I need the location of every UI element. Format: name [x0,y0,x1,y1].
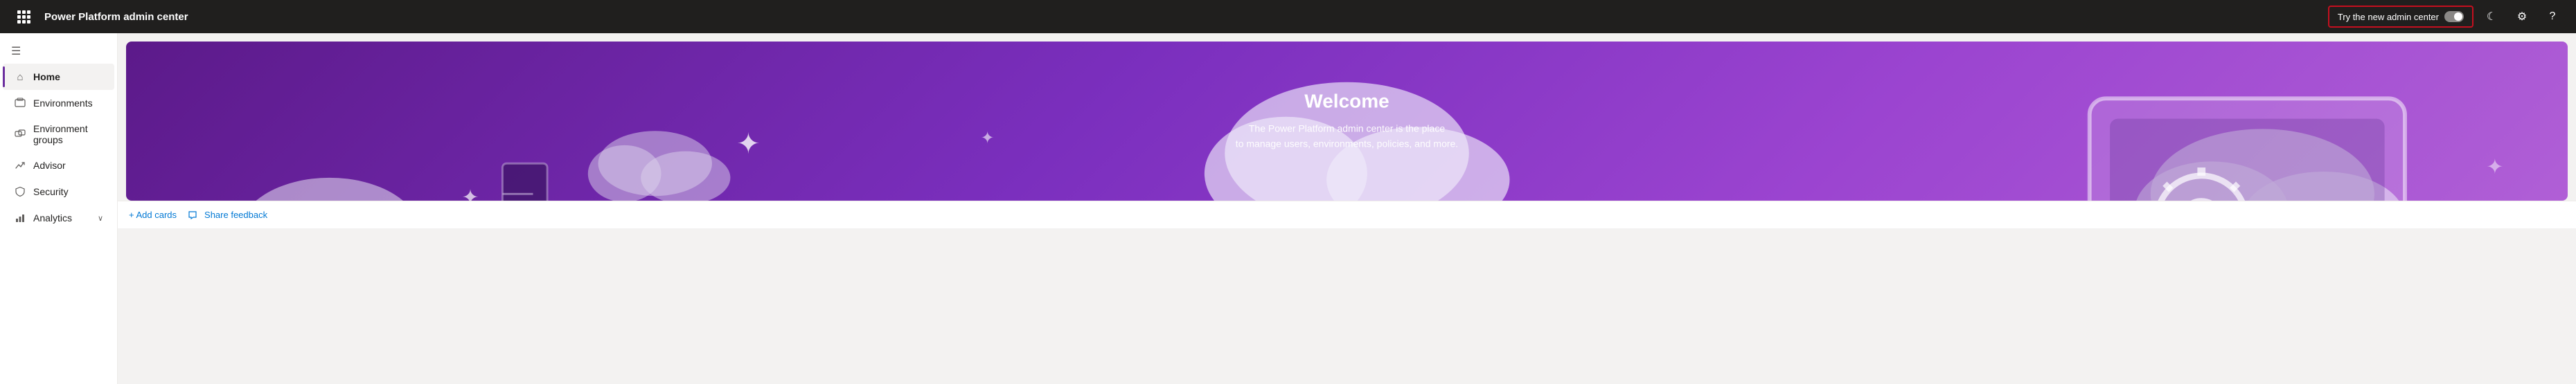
try-new-admin-toggle[interactable] [2444,11,2464,22]
hero-subtitle-line2: to manage users, environments, policies,… [1236,138,1458,149]
hero-content: Welcome The Power Platform admin center … [1236,91,1458,152]
content-area: ✦ ✦ ✦ ✦ ✦ [118,33,2576,384]
topbar: Power Platform admin center Try the new … [0,0,2576,33]
sidebar-label-environment-groups: Environment groups [33,123,103,145]
hero-subtitle-line1: The Power Platform admin center is the p… [1249,123,1445,134]
app-title: Power Platform admin center [44,11,188,23]
sidebar-label-home: Home [33,71,103,82]
main-layout: ☰ ⌂ Home Environments [0,33,2576,384]
sidebar-item-environment-groups[interactable]: Environment groups [3,116,114,152]
topbar-left: Power Platform admin center [11,4,188,29]
sidebar: ☰ ⌂ Home Environments [0,33,118,384]
waffle-icon [17,10,30,24]
try-new-admin-button[interactable]: Try the new admin center [2328,6,2473,28]
share-feedback-button[interactable]: Share feedback [188,207,267,223]
sidebar-label-security: Security [33,186,103,197]
waffle-button[interactable] [11,4,36,29]
help-icon: ? [2550,10,2556,23]
topbar-right: Try the new admin center ☾ ⚙ ? [2328,4,2565,29]
share-feedback-icon [188,210,197,220]
theme-icon: ☾ [2487,10,2496,24]
share-feedback-label: Share feedback [204,210,267,220]
svg-text:✦: ✦ [2487,156,2504,179]
security-icon [14,185,26,198]
hero-subtitle: The Power Platform admin center is the p… [1236,121,1458,152]
try-new-admin-label: Try the new admin center [2338,12,2439,22]
analytics-chevron-icon: ∨ [98,214,103,223]
sidebar-label-analytics: Analytics [33,212,91,223]
environment-groups-icon [14,128,26,140]
sidebar-item-security[interactable]: Security [3,179,114,205]
hero-title: Welcome [1236,91,1458,113]
svg-text:✦: ✦ [981,129,995,147]
hero-banner: ✦ ✦ ✦ ✦ ✦ [126,42,2568,201]
settings-icon: ⚙ [2517,10,2527,24]
environments-icon [14,97,26,109]
bottom-toolbar: + Add cards Share feedback [118,201,2576,228]
sidebar-label-advisor: Advisor [33,160,103,171]
advisor-icon [14,159,26,172]
sidebar-item-analytics[interactable]: Analytics ∨ [3,205,114,231]
svg-text:✦: ✦ [736,128,760,160]
add-cards-button[interactable]: + Add cards [129,207,177,223]
theme-toggle-button[interactable]: ☾ [2479,4,2504,29]
sidebar-item-environments[interactable]: Environments [3,90,114,116]
sidebar-item-home[interactable]: ⌂ Home [3,64,114,90]
svg-text:✦: ✦ [462,186,479,201]
sidebar-label-environments: Environments [33,98,103,109]
home-icon: ⌂ [14,71,26,83]
settings-button[interactable]: ⚙ [2510,4,2534,29]
hamburger-button[interactable]: ☰ [0,39,117,64]
sidebar-item-advisor[interactable]: Advisor [3,152,114,179]
help-button[interactable]: ? [2540,4,2565,29]
analytics-icon [14,212,26,224]
add-cards-label: + Add cards [129,210,177,220]
